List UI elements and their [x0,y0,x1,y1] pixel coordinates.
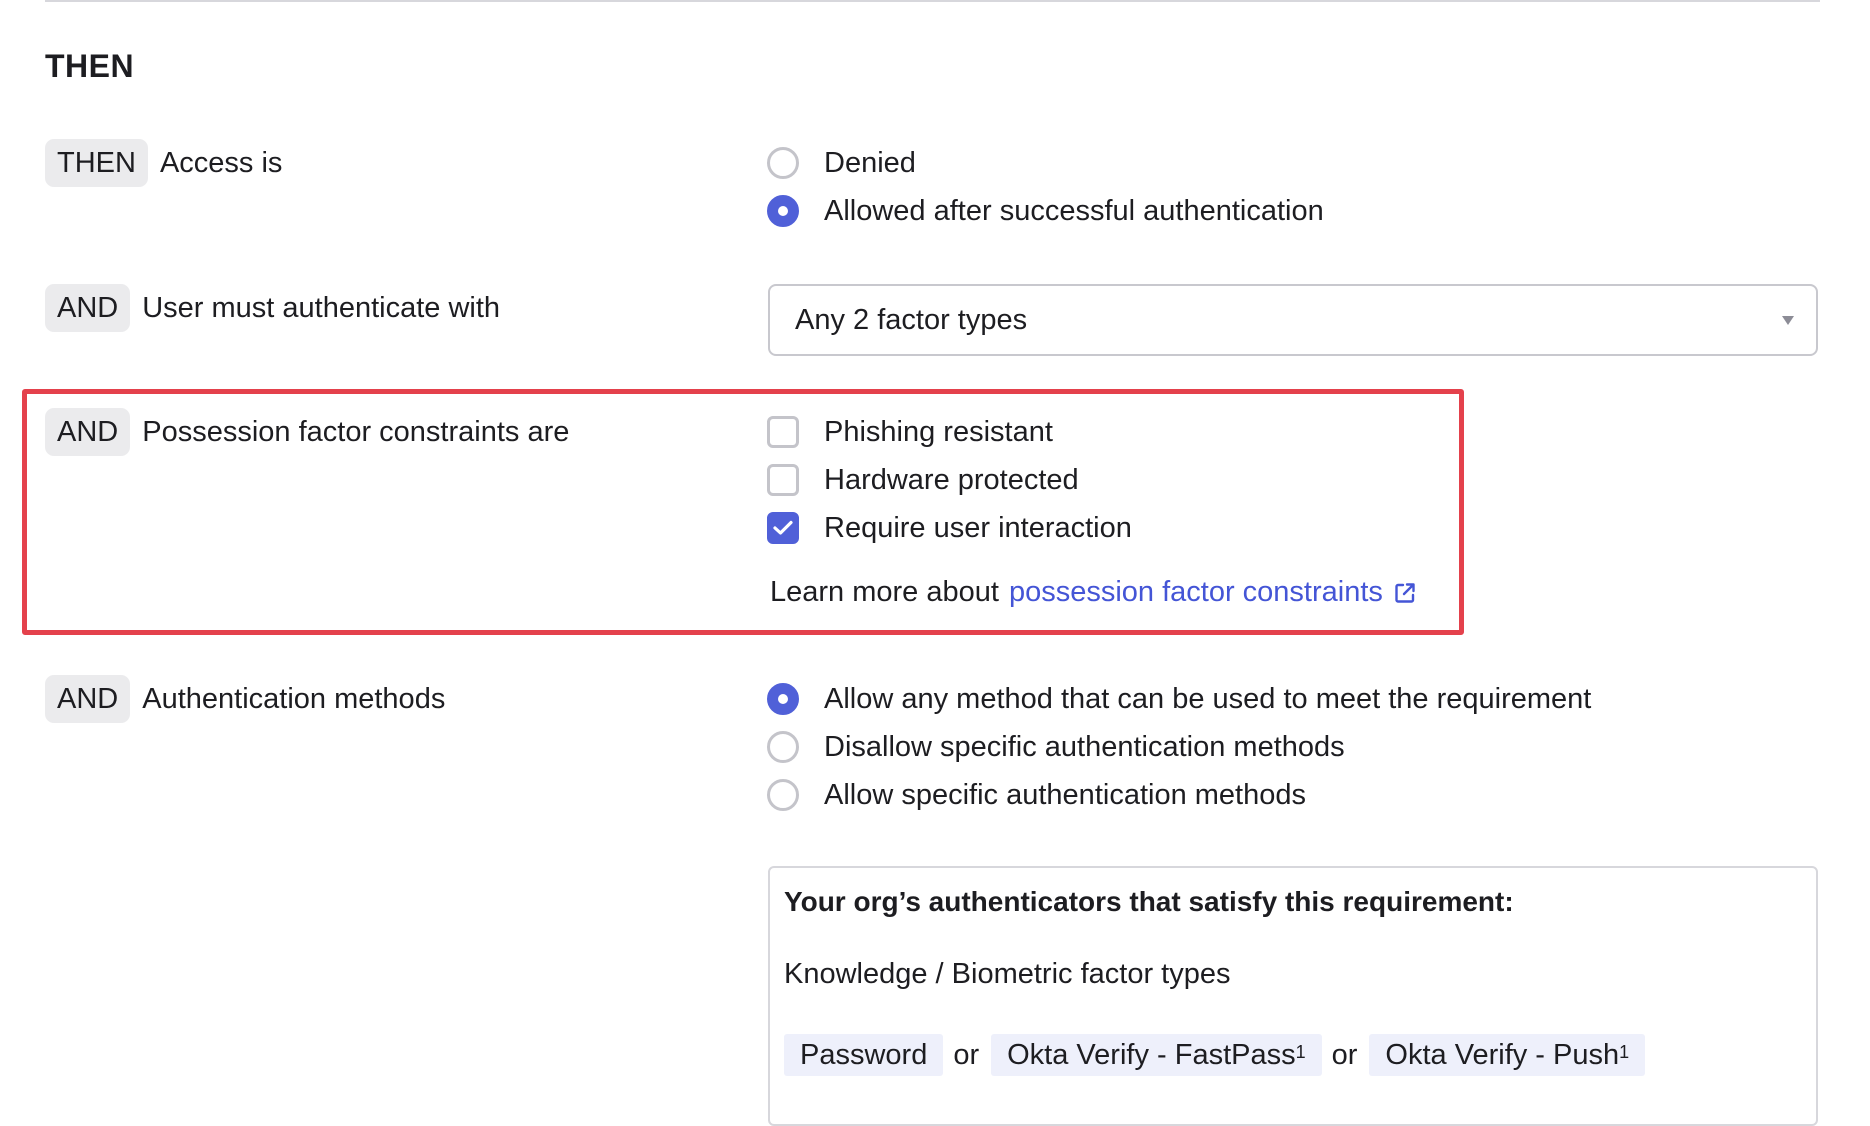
footnote-marker: 1 [1295,1042,1306,1062]
radio-option-allowed[interactable]: Allowed after successful authentication [767,191,1324,231]
or-separator: or [953,1038,980,1071]
checkbox-phishing-resistant-label: Phishing resistant [824,415,1053,448]
radio-allow-any[interactable] [767,683,799,715]
radio-allowed[interactable] [767,195,799,227]
radio-allow-any-label: Allow any method that can be used to mee… [824,682,1592,715]
caret-down-icon [1782,316,1794,325]
and-keyword-pill: AND [45,408,131,456]
checkbox-require-user-interaction[interactable] [767,512,799,544]
radio-option-disallow-specific[interactable]: Disallow specific authentication methods [767,727,1345,767]
authenticator-chip-label: Okta Verify - Push [1385,1039,1620,1071]
radio-denied[interactable] [767,147,799,179]
or-separator: or [1331,1038,1358,1071]
learn-more: Learn more about possession factor const… [770,576,1417,609]
checkbox-hardware-protected-label: Hardware protected [824,463,1079,496]
external-link-icon [1395,582,1415,603]
and-keyword-pill: AND [45,284,131,332]
authenticators-panel: Your org’s authenticators that satisfy t… [768,866,1818,1126]
authenticator-chip-fastpass: Okta Verify - FastPass1 [991,1034,1322,1076]
authenticator-chip-label: Okta Verify - FastPass [1007,1039,1296,1071]
possession-row: AND Possession factor constraints are [45,408,569,456]
authenticate-row: AND User must authenticate with [45,284,500,332]
radio-allow-specific[interactable] [767,779,799,811]
authenticator-chip-password: Password [784,1034,944,1076]
possession-constraints-link-text[interactable]: possession factor constraints [1009,576,1383,609]
checkbox-option-require-user-interaction[interactable]: Require user interaction [767,508,1132,548]
checkbox-option-phishing-resistant[interactable]: Phishing resistant [767,412,1053,452]
checkbox-require-user-interaction-label: Require user interaction [824,511,1132,544]
possession-constraints-link[interactable]: possession factor constraints [1009,576,1417,609]
checkbox-phishing-resistant[interactable] [767,416,799,448]
radio-allowed-label: Allowed after successful authentication [824,194,1324,227]
checkbox-option-hardware-protected[interactable]: Hardware protected [767,460,1079,500]
authenticator-chips: Password or Okta Verify - FastPass1 or O… [784,1034,1646,1076]
factor-types-select-value: Any 2 factor types [795,303,1028,336]
radio-option-allow-any[interactable]: Allow any method that can be used to mee… [767,679,1591,719]
access-label: Access is [159,146,283,179]
then-keyword-pill: THEN [45,139,148,187]
methods-row: AND Authentication methods [45,675,445,723]
authenticate-label: User must authenticate with [142,291,501,324]
checkbox-hardware-protected[interactable] [767,464,799,496]
possession-label: Possession factor constraints are [142,415,570,448]
authenticator-chip-label: Password [800,1039,928,1071]
footnote-marker: 1 [1619,1042,1630,1062]
top-divider [45,0,1820,2]
factor-types-select[interactable]: Any 2 factor types [768,284,1818,356]
radio-allow-specific-label: Allow specific authentication methods [824,778,1306,811]
radio-disallow-specific-label: Disallow specific authentication methods [824,730,1345,763]
section-title: THEN [45,48,135,84]
checkmark-icon [773,520,793,535]
access-row: THEN Access is [45,139,282,187]
authenticators-title: Your org’s authenticators that satisfy t… [784,886,1514,917]
authenticator-chip-push: Okta Verify - Push1 [1369,1034,1646,1076]
learn-more-prefix: Learn more about [770,576,999,608]
radio-denied-label: Denied [824,146,916,179]
radio-option-denied[interactable]: Denied [767,143,916,183]
radio-option-allow-specific[interactable]: Allow specific authentication methods [767,775,1306,815]
and-keyword-pill: AND [45,675,131,723]
methods-label: Authentication methods [142,682,446,715]
authenticators-subtitle: Knowledge / Biometric factor types [784,958,1231,990]
radio-disallow-specific[interactable] [767,731,799,763]
